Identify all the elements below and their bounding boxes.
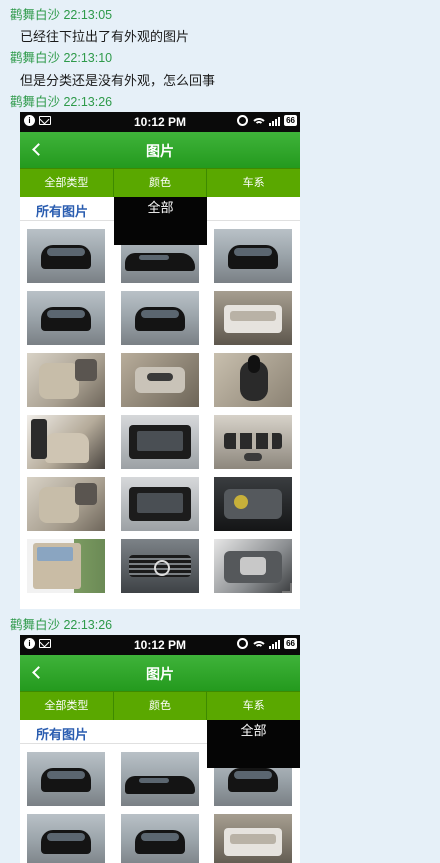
seat-control-photo[interactable] [121,353,199,407]
battery-icon: 66 [284,638,297,649]
alarm-icon [237,638,249,649]
signal-icon [269,116,281,126]
console-photo[interactable] [121,415,199,469]
gear-shifter-photo[interactable] [214,353,292,407]
exterior-front-photo[interactable] [214,229,292,283]
exterior-front-photo[interactable] [27,291,105,345]
battery-icon: 66 [284,115,297,126]
title-bar: 图片 [20,132,300,168]
engine-photo[interactable] [214,477,292,531]
exterior-front-photo[interactable] [27,752,105,806]
message-text: 但是分类还是没有外观，怎么回事 [20,74,216,89]
dropdown-menu[interactable]: 全部 [207,720,300,768]
phone-screenshot[interactable]: i 10:12 PM 66 图片 全部类型 颜色 车系 所有图片 全部 [20,112,300,609]
status-bar: i 10:12 PM 66 [20,112,300,132]
page-title: 图片 [146,144,174,160]
exterior-front-photo[interactable] [121,291,199,345]
page-title: 图片 [146,667,174,683]
center-controls-photo[interactable] [214,415,292,469]
filter-tabs: 全部类型 颜色 车系 [20,168,300,197]
message-header: 鹳舞白沙 22:13:05 [10,8,113,22]
interior-seat-photo[interactable] [27,353,105,407]
front-grille-photo[interactable] [121,539,199,593]
all-images-label: 所有图片 [36,728,89,743]
sub-header: 所有图片 全部 [20,197,300,245]
tab-all-types[interactable]: 全部类型 [20,692,114,720]
alarm-icon [237,115,249,126]
dashboard-screen-photo[interactable] [121,477,199,531]
open-door-photo[interactable] [27,539,105,593]
signal-icon [269,639,281,649]
rear-seat-photo[interactable] [27,477,105,531]
message-header: 鹳舞白沙 22:13:10 [10,51,113,65]
exterior-front-photo[interactable] [27,229,105,283]
tab-color[interactable]: 颜色 [114,169,208,197]
tab-series[interactable]: 车系 [207,692,300,720]
dropdown-item-all[interactable]: 全部 [114,197,207,221]
title-bar: 图片 [20,655,300,691]
filter-tabs: 全部类型 颜色 车系 [20,691,300,720]
scroll-indicator-icon [282,583,292,593]
dropdown-menu[interactable]: 全部 [114,197,207,245]
sub-header: 所有图片 全部 [20,720,300,768]
trunk-photo[interactable] [214,814,292,863]
tab-all-types[interactable]: 全部类型 [20,169,114,197]
phone-screenshot[interactable]: i 10:12 PM 66 图片 全部类型 颜色 车系 所有图片 全部 [20,635,300,863]
engine-bay-photo[interactable] [214,539,292,593]
message-text: 已经往下拉出了有外观的图片 [20,30,190,45]
trunk-photo[interactable] [214,291,292,345]
exterior-front-photo[interactable] [121,814,199,863]
cabin-photo[interactable] [27,415,105,469]
wifi-icon [252,639,266,649]
message-header: 鹳舞白沙 22:13:26 [10,95,113,109]
wifi-icon [252,116,266,126]
all-images-label: 所有图片 [36,205,89,220]
exterior-side-photo[interactable] [121,752,199,806]
status-bar: i 10:12 PM 66 [20,635,300,655]
tab-series[interactable]: 车系 [207,169,300,197]
message-header: 鹳舞白沙 22:13:26 [10,618,113,632]
tab-color[interactable]: 颜色 [114,692,208,720]
dropdown-item-all[interactable]: 全部 [207,720,300,744]
exterior-front-photo[interactable] [27,814,105,863]
